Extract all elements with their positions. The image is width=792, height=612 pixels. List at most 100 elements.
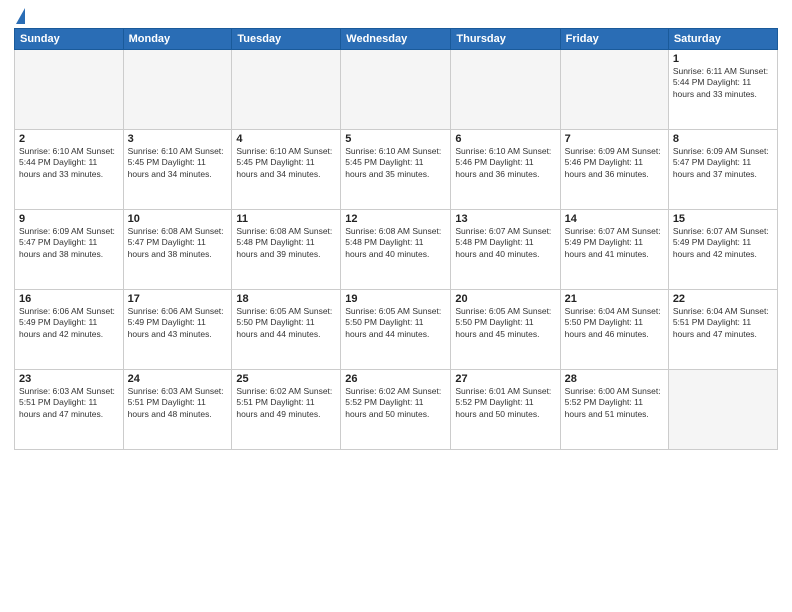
calendar-cell: 19Sunrise: 6:05 AM Sunset: 5:50 PM Dayli…	[341, 290, 451, 370]
calendar-week-row: 9Sunrise: 6:09 AM Sunset: 5:47 PM Daylig…	[15, 210, 778, 290]
calendar-week-row: 23Sunrise: 6:03 AM Sunset: 5:51 PM Dayli…	[15, 370, 778, 450]
calendar-cell: 2Sunrise: 6:10 AM Sunset: 5:44 PM Daylig…	[15, 130, 124, 210]
day-number: 13	[455, 213, 555, 225]
day-info: Sunrise: 6:07 AM Sunset: 5:49 PM Dayligh…	[565, 226, 664, 260]
day-info: Sunrise: 6:09 AM Sunset: 5:47 PM Dayligh…	[19, 226, 119, 260]
day-number: 7	[565, 133, 664, 145]
weekday-header-monday: Monday	[123, 29, 232, 50]
calendar-cell: 25Sunrise: 6:02 AM Sunset: 5:51 PM Dayli…	[232, 370, 341, 450]
day-info: Sunrise: 6:03 AM Sunset: 5:51 PM Dayligh…	[128, 386, 228, 420]
calendar-cell: 21Sunrise: 6:04 AM Sunset: 5:50 PM Dayli…	[560, 290, 668, 370]
day-info: Sunrise: 6:10 AM Sunset: 5:46 PM Dayligh…	[455, 146, 555, 180]
day-number: 1	[673, 53, 773, 65]
day-info: Sunrise: 6:10 AM Sunset: 5:45 PM Dayligh…	[236, 146, 336, 180]
calendar-cell: 7Sunrise: 6:09 AM Sunset: 5:46 PM Daylig…	[560, 130, 668, 210]
day-info: Sunrise: 6:03 AM Sunset: 5:51 PM Dayligh…	[19, 386, 119, 420]
calendar-cell: 20Sunrise: 6:05 AM Sunset: 5:50 PM Dayli…	[451, 290, 560, 370]
header	[14, 10, 778, 24]
day-info: Sunrise: 6:09 AM Sunset: 5:47 PM Dayligh…	[673, 146, 773, 180]
logo-triangle-icon	[16, 8, 25, 24]
weekday-header-thursday: Thursday	[451, 29, 560, 50]
day-info: Sunrise: 6:11 AM Sunset: 5:44 PM Dayligh…	[673, 66, 773, 100]
day-info: Sunrise: 6:05 AM Sunset: 5:50 PM Dayligh…	[455, 306, 555, 340]
weekday-header-friday: Friday	[560, 29, 668, 50]
calendar-cell	[451, 50, 560, 130]
day-number: 20	[455, 293, 555, 305]
calendar-cell: 26Sunrise: 6:02 AM Sunset: 5:52 PM Dayli…	[341, 370, 451, 450]
day-number: 19	[345, 293, 446, 305]
calendar-week-row: 2Sunrise: 6:10 AM Sunset: 5:44 PM Daylig…	[15, 130, 778, 210]
day-info: Sunrise: 6:09 AM Sunset: 5:46 PM Dayligh…	[565, 146, 664, 180]
day-number: 8	[673, 133, 773, 145]
calendar-cell	[668, 370, 777, 450]
calendar-cell: 24Sunrise: 6:03 AM Sunset: 5:51 PM Dayli…	[123, 370, 232, 450]
calendar-cell: 10Sunrise: 6:08 AM Sunset: 5:47 PM Dayli…	[123, 210, 232, 290]
day-number: 11	[236, 213, 336, 225]
weekday-header-sunday: Sunday	[15, 29, 124, 50]
calendar-cell: 8Sunrise: 6:09 AM Sunset: 5:47 PM Daylig…	[668, 130, 777, 210]
calendar-cell: 18Sunrise: 6:05 AM Sunset: 5:50 PM Dayli…	[232, 290, 341, 370]
day-number: 5	[345, 133, 446, 145]
day-info: Sunrise: 6:00 AM Sunset: 5:52 PM Dayligh…	[565, 386, 664, 420]
calendar-cell: 11Sunrise: 6:08 AM Sunset: 5:48 PM Dayli…	[232, 210, 341, 290]
calendar-cell: 15Sunrise: 6:07 AM Sunset: 5:49 PM Dayli…	[668, 210, 777, 290]
calendar-cell: 28Sunrise: 6:00 AM Sunset: 5:52 PM Dayli…	[560, 370, 668, 450]
day-info: Sunrise: 6:06 AM Sunset: 5:49 PM Dayligh…	[19, 306, 119, 340]
day-info: Sunrise: 6:04 AM Sunset: 5:51 PM Dayligh…	[673, 306, 773, 340]
calendar-cell: 9Sunrise: 6:09 AM Sunset: 5:47 PM Daylig…	[15, 210, 124, 290]
calendar-cell: 17Sunrise: 6:06 AM Sunset: 5:49 PM Dayli…	[123, 290, 232, 370]
day-info: Sunrise: 6:07 AM Sunset: 5:48 PM Dayligh…	[455, 226, 555, 260]
day-number: 18	[236, 293, 336, 305]
day-info: Sunrise: 6:02 AM Sunset: 5:52 PM Dayligh…	[345, 386, 446, 420]
day-number: 28	[565, 373, 664, 385]
calendar-cell: 16Sunrise: 6:06 AM Sunset: 5:49 PM Dayli…	[15, 290, 124, 370]
day-info: Sunrise: 6:02 AM Sunset: 5:51 PM Dayligh…	[236, 386, 336, 420]
weekday-header-saturday: Saturday	[668, 29, 777, 50]
calendar-cell: 4Sunrise: 6:10 AM Sunset: 5:45 PM Daylig…	[232, 130, 341, 210]
calendar-cell: 1Sunrise: 6:11 AM Sunset: 5:44 PM Daylig…	[668, 50, 777, 130]
day-number: 4	[236, 133, 336, 145]
calendar-cell	[15, 50, 124, 130]
page: SundayMondayTuesdayWednesdayThursdayFrid…	[0, 0, 792, 612]
day-number: 24	[128, 373, 228, 385]
calendar-cell	[341, 50, 451, 130]
day-info: Sunrise: 6:05 AM Sunset: 5:50 PM Dayligh…	[236, 306, 336, 340]
calendar-cell: 22Sunrise: 6:04 AM Sunset: 5:51 PM Dayli…	[668, 290, 777, 370]
day-number: 6	[455, 133, 555, 145]
calendar-cell: 27Sunrise: 6:01 AM Sunset: 5:52 PM Dayli…	[451, 370, 560, 450]
calendar-table: SundayMondayTuesdayWednesdayThursdayFrid…	[14, 28, 778, 450]
day-info: Sunrise: 6:10 AM Sunset: 5:45 PM Dayligh…	[128, 146, 228, 180]
day-number: 27	[455, 373, 555, 385]
calendar-cell: 5Sunrise: 6:10 AM Sunset: 5:45 PM Daylig…	[341, 130, 451, 210]
day-number: 22	[673, 293, 773, 305]
day-number: 10	[128, 213, 228, 225]
day-number: 21	[565, 293, 664, 305]
calendar-cell	[232, 50, 341, 130]
calendar-header: SundayMondayTuesdayWednesdayThursdayFrid…	[15, 29, 778, 50]
day-number: 16	[19, 293, 119, 305]
day-info: Sunrise: 6:05 AM Sunset: 5:50 PM Dayligh…	[345, 306, 446, 340]
day-info: Sunrise: 6:08 AM Sunset: 5:48 PM Dayligh…	[345, 226, 446, 260]
day-info: Sunrise: 6:08 AM Sunset: 5:47 PM Dayligh…	[128, 226, 228, 260]
day-info: Sunrise: 6:10 AM Sunset: 5:45 PM Dayligh…	[345, 146, 446, 180]
day-number: 23	[19, 373, 119, 385]
calendar-body: 1Sunrise: 6:11 AM Sunset: 5:44 PM Daylig…	[15, 50, 778, 450]
day-info: Sunrise: 6:07 AM Sunset: 5:49 PM Dayligh…	[673, 226, 773, 260]
day-info: Sunrise: 6:10 AM Sunset: 5:44 PM Dayligh…	[19, 146, 119, 180]
day-info: Sunrise: 6:01 AM Sunset: 5:52 PM Dayligh…	[455, 386, 555, 420]
day-number: 26	[345, 373, 446, 385]
day-number: 15	[673, 213, 773, 225]
calendar-week-row: 16Sunrise: 6:06 AM Sunset: 5:49 PM Dayli…	[15, 290, 778, 370]
calendar-week-row: 1Sunrise: 6:11 AM Sunset: 5:44 PM Daylig…	[15, 50, 778, 130]
day-number: 17	[128, 293, 228, 305]
weekday-header-wednesday: Wednesday	[341, 29, 451, 50]
day-number: 25	[236, 373, 336, 385]
weekday-header-row: SundayMondayTuesdayWednesdayThursdayFrid…	[15, 29, 778, 50]
day-info: Sunrise: 6:06 AM Sunset: 5:49 PM Dayligh…	[128, 306, 228, 340]
day-number: 2	[19, 133, 119, 145]
calendar-cell: 13Sunrise: 6:07 AM Sunset: 5:48 PM Dayli…	[451, 210, 560, 290]
logo	[14, 10, 25, 24]
day-info: Sunrise: 6:08 AM Sunset: 5:48 PM Dayligh…	[236, 226, 336, 260]
calendar-cell: 23Sunrise: 6:03 AM Sunset: 5:51 PM Dayli…	[15, 370, 124, 450]
day-number: 9	[19, 213, 119, 225]
